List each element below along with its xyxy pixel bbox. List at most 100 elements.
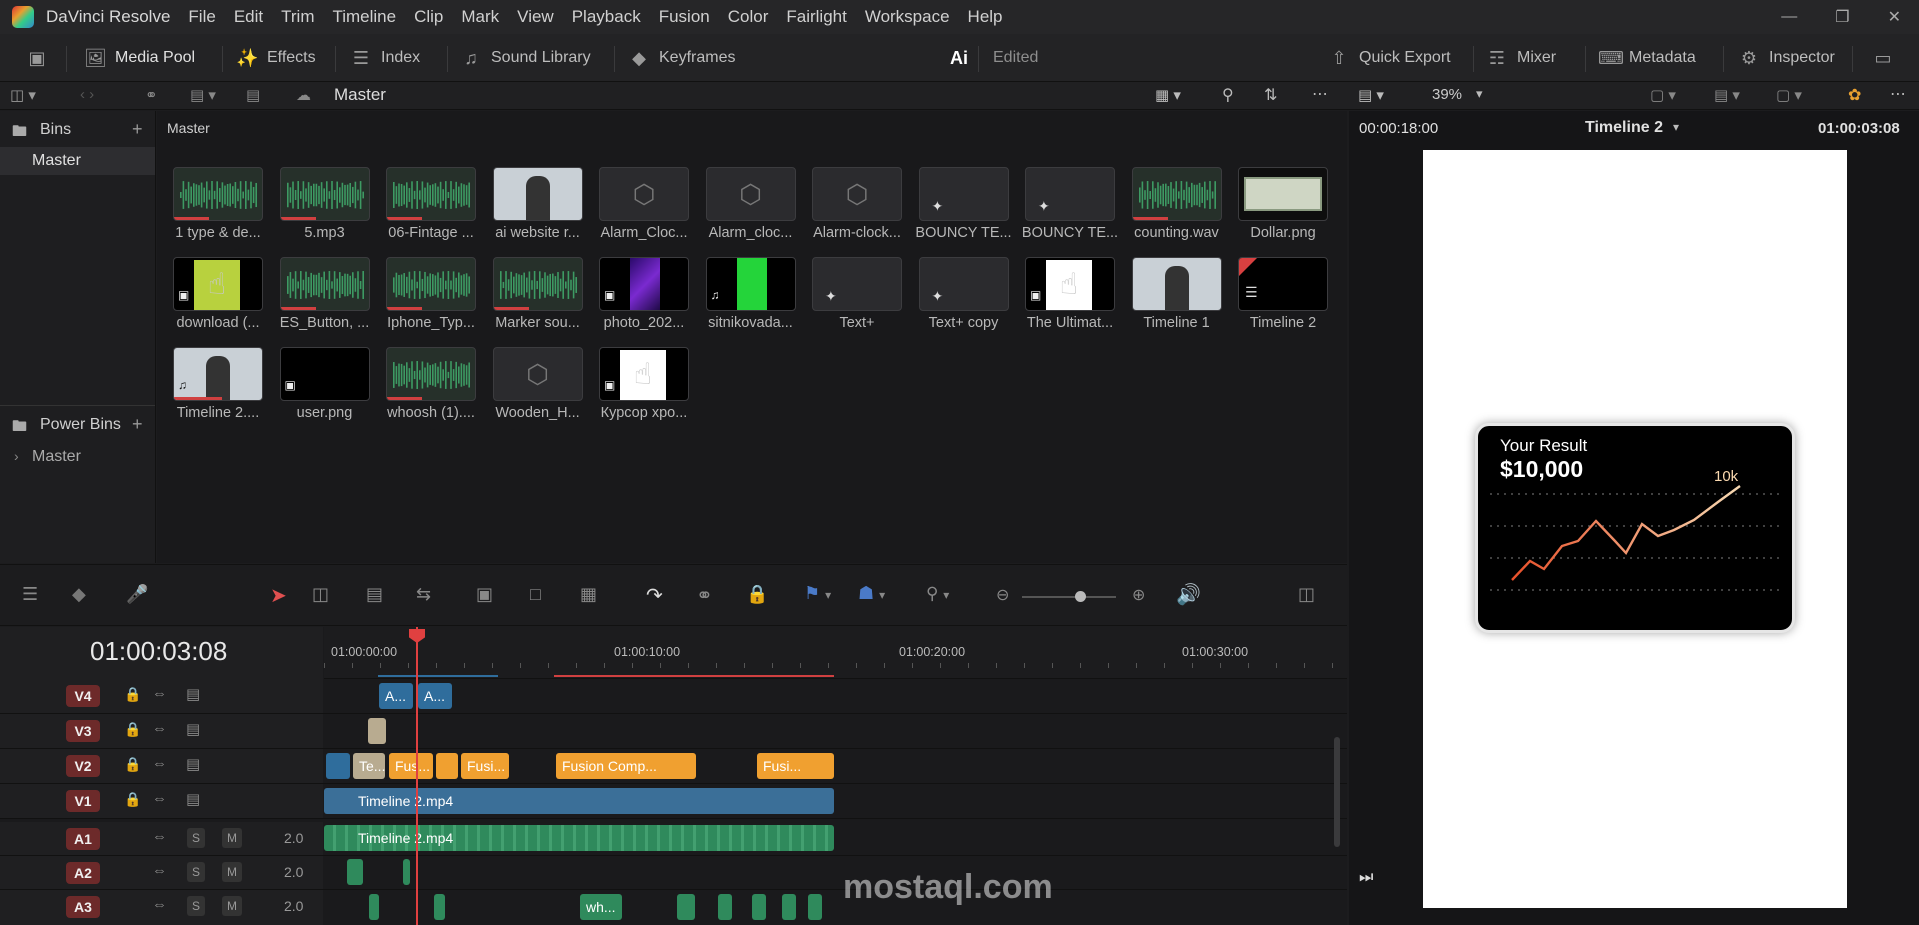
clip-thumbnail[interactable] — [1238, 167, 1328, 221]
zoom-dropdown-icon[interactable]: ▾ — [1476, 86, 1483, 102]
clip-thumbnail[interactable]: ⬡ — [492, 347, 583, 401]
auto-select-icon[interactable]: ⇔ — [152, 862, 167, 879]
clip-thumbnail[interactable] — [386, 347, 476, 401]
auto-select-icon[interactable]: ⇔ — [152, 828, 167, 845]
timeline-clip[interactable]: Fus... — [389, 753, 433, 779]
menu-help[interactable]: Help — [968, 7, 1003, 27]
menu-fusion[interactable]: Fusion — [659, 7, 710, 27]
timeline-clip[interactable] — [368, 718, 386, 744]
restore-icon[interactable]: ❐ — [1835, 7, 1849, 27]
time-ruler[interactable]: 01:00:00:00 01:00:10:00 01:00:20:00 01:0… — [324, 627, 1347, 679]
effects-button[interactable]: ✨ Effects — [236, 34, 316, 82]
selection-tool-icon[interactable]: ➤ — [270, 583, 287, 608]
minimize-icon[interactable]: — — [1781, 8, 1797, 26]
cloud-icon[interactable]: ☁ — [296, 86, 311, 104]
monitor-icon[interactable]: ▭ — [1872, 34, 1894, 82]
auto-select-icon[interactable]: ⇔ — [152, 685, 167, 702]
clip-thumbnail[interactable]: ✦ — [812, 257, 902, 311]
timeline-options-icon[interactable]: ☰ — [22, 584, 38, 605]
add-bin-icon[interactable]: + — [132, 119, 143, 140]
film-icon[interactable]: ▤ — [186, 755, 200, 773]
timeline-clip[interactable]: Fusi... — [757, 753, 834, 779]
clip-thumbnail[interactable] — [1131, 257, 1222, 311]
audio-clip[interactable] — [369, 894, 379, 920]
search-icon[interactable]: ⚲ — [1222, 85, 1234, 105]
clip-thumbnail[interactable]: ✦ — [1025, 167, 1115, 221]
timeline-clip[interactable]: Fusi... — [461, 753, 509, 779]
mixer-button[interactable]: ☶ Mixer — [1486, 34, 1556, 82]
insert-clip-icon[interactable]: ▣ — [476, 584, 493, 605]
clip-thumbnail[interactable] — [492, 167, 583, 221]
volume-icon[interactable]: 🔊 — [1176, 582, 1201, 607]
audio-clip[interactable] — [347, 859, 363, 885]
zoom-in-icon[interactable]: ⊕ — [1132, 585, 1145, 605]
next-frame-icon[interactable]: ⏭ — [1359, 869, 1373, 887]
timeline-clip[interactable]: Te... — [353, 753, 385, 779]
clip-thumbnail[interactable] — [1131, 167, 1222, 221]
zoom-slider-handle[interactable] — [1075, 591, 1086, 602]
sound-library-button[interactable]: ♫ Sound Library — [460, 34, 590, 82]
audio-clip[interactable] — [403, 859, 410, 885]
track-label-a1[interactable]: A1 — [66, 828, 100, 850]
audio-clip[interactable] — [752, 894, 766, 920]
audio-clip[interactable] — [434, 894, 445, 920]
menu-view[interactable]: View — [517, 7, 554, 27]
subtitle-icon[interactable]: ▤ — [246, 86, 260, 104]
auto-select-icon[interactable]: ⇔ — [152, 790, 167, 807]
timeline-scrollbar[interactable] — [1334, 737, 1340, 847]
lock-icon[interactable]: 🔒 — [124, 791, 141, 808]
solo-button[interactable]: S — [187, 828, 205, 848]
clip-thumbnail[interactable]: ⬡ — [812, 167, 902, 221]
overwrite-clip-icon[interactable]: □ — [530, 584, 541, 605]
more-options-icon[interactable]: ⋯ — [1312, 84, 1328, 104]
clip-thumbnail[interactable] — [173, 167, 263, 221]
clip-thumbnail[interactable] — [279, 257, 370, 311]
sidebar-toggle-icon[interactable]: ◫ ▾ — [10, 86, 36, 104]
solo-button[interactable]: S — [187, 862, 205, 882]
audio-clip[interactable] — [718, 894, 732, 920]
track-label-a3[interactable]: A3 — [66, 896, 100, 918]
marker-icon[interactable]: ☗ ▾ — [858, 583, 885, 604]
timeline-clip[interactable] — [326, 753, 350, 779]
media-pool-button[interactable]: 🖼 Media Pool — [84, 34, 195, 82]
power-bin-item-master[interactable]: Master — [32, 448, 81, 466]
back-forward-icon[interactable]: ‹ › — [80, 86, 94, 103]
zoom-level[interactable]: 39% — [1432, 86, 1462, 103]
menu-color[interactable]: Color — [728, 7, 769, 27]
snapping-icon[interactable]: ↷ — [646, 583, 663, 608]
clip-thumbnail[interactable]: ♫ — [705, 257, 796, 311]
clip-thumbnail[interactable]: ☰ — [1238, 257, 1328, 311]
mute-button[interactable]: M — [222, 896, 242, 916]
add-power-bin-icon[interactable]: + — [132, 414, 143, 435]
microphone-icon[interactable]: 🎤 — [126, 584, 148, 605]
clip-thumbnail[interactable]: ▣ — [599, 257, 689, 311]
menu-timeline[interactable]: Timeline — [332, 7, 396, 27]
viewer-mode-icon[interactable]: ▢ ▾ — [1650, 86, 1676, 104]
menu-clip[interactable]: Clip — [414, 7, 443, 27]
menu-workspace[interactable]: Workspace — [865, 7, 950, 27]
clip-thumbnail[interactable] — [386, 257, 476, 311]
clip-thumbnail[interactable]: ♫ — [173, 347, 263, 401]
viewer-layout-icon[interactable]: ▤ ▾ — [1358, 86, 1384, 104]
film-icon[interactable]: ▤ — [186, 685, 200, 703]
menu-file[interactable]: File — [188, 7, 215, 27]
panel-toggle-icon[interactable]: ▣ — [26, 34, 48, 82]
menu-trim[interactable]: Trim — [281, 7, 314, 27]
solo-button[interactable]: S — [187, 896, 205, 916]
timeline-clip[interactable]: Fusion Comp... — [556, 753, 696, 779]
track-label-v1[interactable]: V1 — [66, 790, 100, 812]
film-icon[interactable]: ▤ — [186, 790, 200, 808]
auto-select-icon[interactable]: ⇔ — [152, 720, 167, 737]
menu-mark[interactable]: Mark — [461, 7, 499, 27]
audio-clip[interactable] — [677, 894, 695, 920]
zoom-options-icon[interactable]: ⚲ ▾ — [926, 584, 949, 604]
clip-thumbnail[interactable]: ✦ — [918, 167, 1009, 221]
position-lock-icon[interactable]: 🔒 — [746, 584, 768, 605]
clip-thumbnail[interactable] — [492, 257, 583, 311]
close-icon[interactable]: ✕ — [1888, 7, 1901, 27]
viewer-timeline-name[interactable]: Timeline 2 — [1585, 119, 1663, 137]
auto-select-icon[interactable]: ⇔ — [152, 755, 167, 772]
track-label-v3[interactable]: V3 — [66, 720, 100, 742]
timeline-view-options-icon[interactable]: ◫ — [1298, 584, 1315, 605]
menu-fairlight[interactable]: Fairlight — [786, 7, 846, 27]
